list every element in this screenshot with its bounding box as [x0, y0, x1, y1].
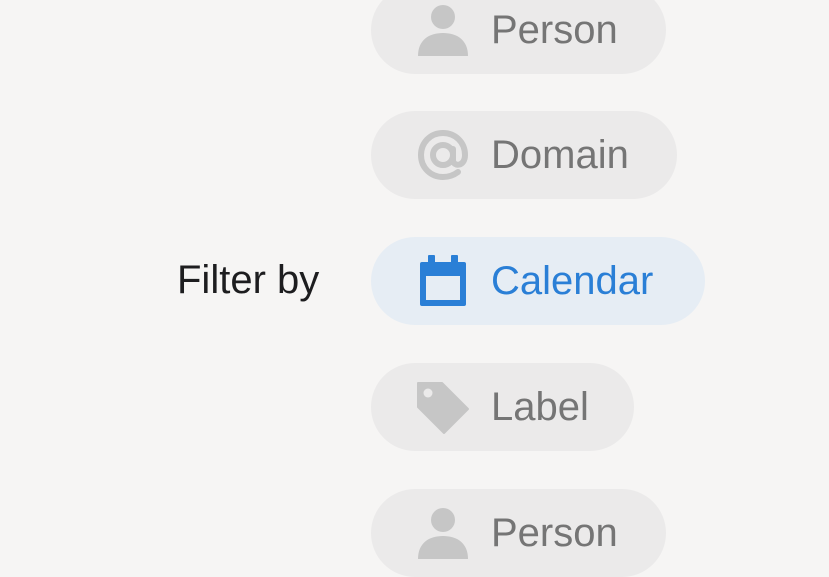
filter-by-label: Filter by [177, 258, 320, 302]
person-icon [415, 505, 471, 561]
filter-option-domain[interactable]: Domain [371, 111, 677, 199]
filter-option-label: Domain [491, 132, 629, 177]
person-icon [415, 2, 471, 58]
filter-option-label: Person [491, 510, 618, 555]
filter-option-label: Label [491, 384, 589, 429]
tag-icon [415, 379, 471, 435]
filter-option-label: Calendar [491, 258, 654, 303]
filter-option-label-tag[interactable]: Label [371, 363, 634, 451]
filter-option-label: Person [491, 7, 618, 52]
filter-option-calendar[interactable]: Calendar [371, 237, 705, 325]
at-sign-icon [415, 127, 471, 183]
calendar-icon [415, 253, 471, 309]
filter-option-person[interactable]: Person [371, 489, 666, 577]
filter-option-person[interactable]: Person [371, 0, 666, 74]
